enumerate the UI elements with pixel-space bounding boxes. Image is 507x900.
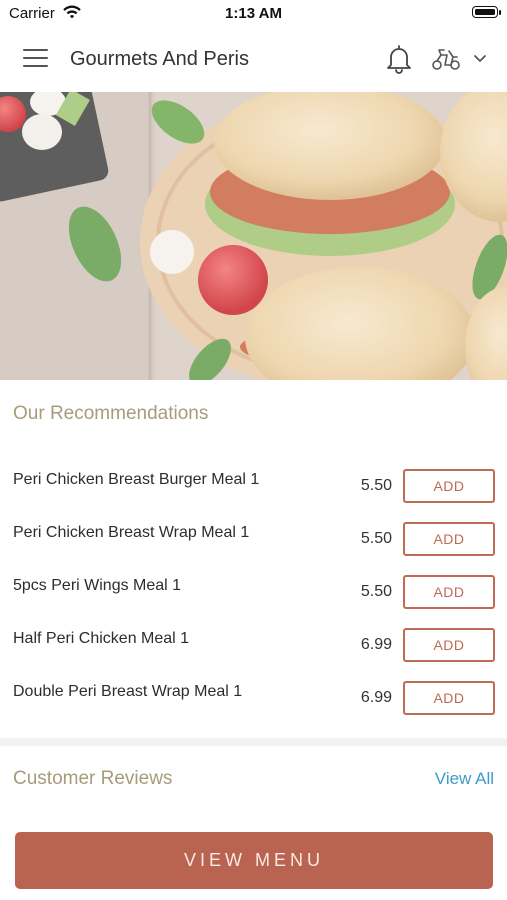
- add-button[interactable]: ADD: [403, 469, 495, 503]
- menu-item-name: Half Peri Chicken Meal 1: [13, 630, 190, 647]
- status-bar: Carrier 1:13 AM: [0, 0, 507, 28]
- battery-icon: [472, 6, 501, 18]
- recommendations-title: Our Recommendations: [13, 403, 209, 424]
- add-button[interactable]: ADD: [403, 681, 495, 715]
- menu-item-name: Double Peri Breast Wrap Meal 1: [13, 683, 243, 700]
- add-button[interactable]: ADD: [403, 575, 495, 609]
- view-menu-button[interactable]: VIEW MENU: [15, 832, 493, 889]
- clock: 1:13 AM: [225, 5, 282, 22]
- menu-item-price: 6.99: [360, 636, 392, 653]
- menu-item-name: 5pcs Peri Wings Meal 1: [13, 577, 182, 594]
- menu-item: Half Peri Chicken Meal 1 6.99 ADD: [0, 628, 507, 681]
- view-all-link[interactable]: View All: [435, 769, 494, 789]
- hero-image: [0, 92, 507, 380]
- burger-photo: [0, 92, 507, 380]
- reviews-title: Customer Reviews: [13, 768, 173, 789]
- add-button[interactable]: ADD: [403, 628, 495, 662]
- menu-item-price: 5.50: [360, 530, 392, 547]
- menu-item: Peri Chicken Breast Wrap Meal 1 5.50 ADD: [0, 522, 507, 575]
- app-header: Gourmets And Peris: [0, 28, 507, 92]
- menu-item-price: 5.50: [360, 477, 392, 494]
- menu-item-name: Peri Chicken Breast Wrap Meal 1: [13, 524, 250, 541]
- scooter-icon[interactable]: [431, 46, 461, 72]
- section-divider: [0, 738, 507, 746]
- menu-item-price: 6.99: [360, 689, 392, 706]
- menu-item-price: 5.50: [360, 583, 392, 600]
- menu-item: Double Peri Breast Wrap Meal 1 6.99 ADD: [0, 681, 507, 734]
- menu-item: 5pcs Peri Wings Meal 1 5.50 ADD: [0, 575, 507, 628]
- menu-icon[interactable]: [23, 49, 48, 71]
- bell-icon[interactable]: [385, 43, 413, 75]
- menu-item: Peri Chicken Breast Burger Meal 1 5.50 A…: [0, 469, 507, 522]
- restaurant-title: Gourmets And Peris: [70, 48, 249, 70]
- chevron-down-icon[interactable]: [472, 52, 488, 66]
- add-button[interactable]: ADD: [403, 522, 495, 556]
- menu-item-name: Peri Chicken Breast Burger Meal 1: [13, 471, 260, 488]
